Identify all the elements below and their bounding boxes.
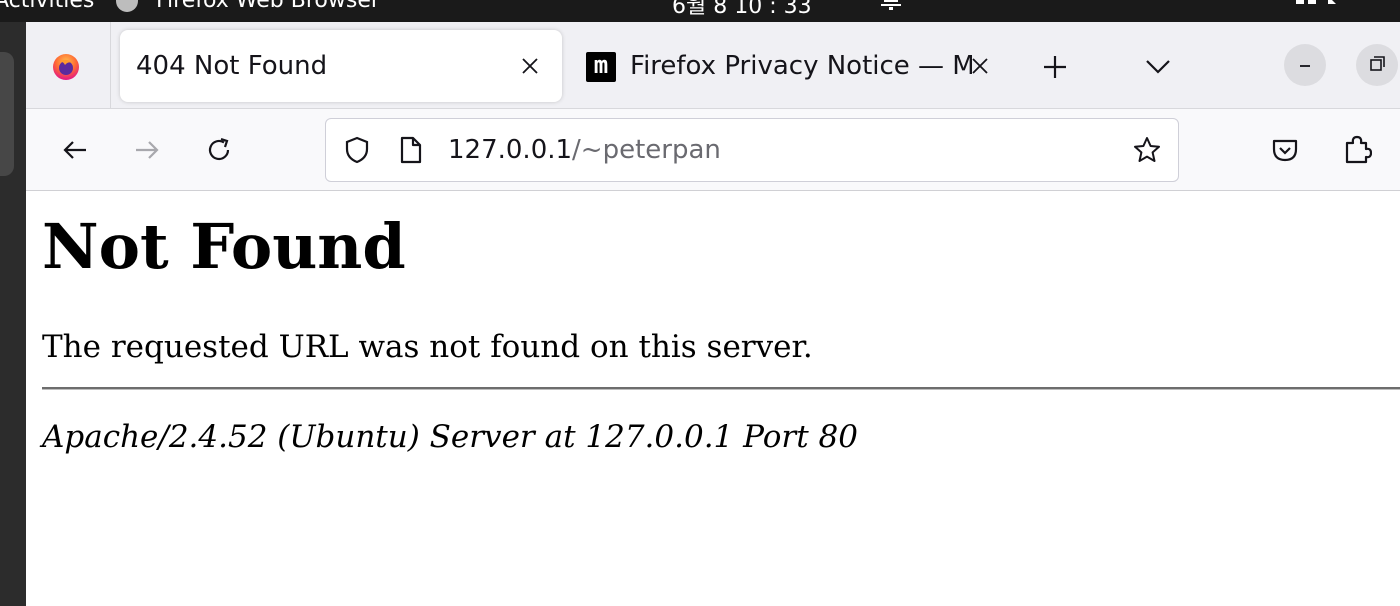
notification-bell-icon[interactable]: [880, 0, 902, 10]
close-icon[interactable]: [518, 54, 542, 78]
puzzle-icon[interactable]: [1342, 133, 1372, 165]
system-top-bar: Activities Firefox Web Browser 6월 8 10 :…: [0, 0, 1400, 22]
app-menu-button[interactable]: Firefox Web Browser: [156, 0, 380, 13]
page-heading: Not Found: [42, 210, 406, 283]
dock-app-tile[interactable]: [0, 52, 14, 176]
divider: [42, 387, 1400, 390]
app-menu-icon: [116, 0, 138, 12]
url-text[interactable]: 127.0.0.1/~peterpan: [448, 135, 721, 165]
chevron-down-icon[interactable]: [1144, 54, 1172, 78]
activities-button[interactable]: Activities: [0, 0, 94, 13]
browser-window: 404 Not Found m Firefox Privacy Notice —…: [26, 22, 1400, 606]
navigation-toolbar: 127.0.0.1/~peterpan: [26, 109, 1400, 191]
page-icon[interactable]: [398, 135, 424, 165]
firefox-logo-icon: [53, 54, 79, 80]
star-icon[interactable]: [1132, 135, 1162, 165]
tab-404-not-found[interactable]: 404 Not Found: [120, 30, 562, 102]
plus-icon[interactable]: [1040, 52, 1070, 82]
minimize-icon: [1300, 65, 1310, 67]
page-content: Not Found The requested URL was not foun…: [26, 191, 1400, 606]
maximize-icon: [1370, 56, 1385, 71]
minimize-button[interactable]: [1284, 44, 1326, 86]
error-message: The requested URL was not found on this …: [42, 329, 813, 365]
firefox-view-button[interactable]: [26, 22, 111, 108]
close-icon[interactable]: [968, 54, 992, 78]
clock[interactable]: 6월 8 10 : 33: [672, 0, 812, 20]
maximize-button[interactable]: [1356, 44, 1398, 86]
tab-title: Firefox Privacy Notice — Mozilla: [630, 51, 972, 81]
url-host: 127.0.0.1: [448, 135, 573, 165]
url-path: /~peterpan: [572, 135, 721, 165]
system-tray-icon[interactable]: [1296, 0, 1336, 10]
pocket-icon[interactable]: [1270, 135, 1300, 165]
arrow-left-icon[interactable]: [60, 135, 90, 165]
reload-icon[interactable]: [204, 135, 234, 165]
tab-firefox-privacy-notice[interactable]: m Firefox Privacy Notice — Mozilla: [582, 30, 1002, 102]
dock: [0, 22, 26, 606]
server-signature: Apache/2.4.52 (Ubuntu) Server at 127.0.0…: [42, 419, 858, 455]
url-bar[interactable]: 127.0.0.1/~peterpan: [325, 118, 1179, 182]
mozilla-favicon-icon: m: [586, 52, 616, 82]
shield-icon[interactable]: [342, 135, 372, 165]
arrow-right-icon[interactable]: [132, 135, 162, 165]
tab-title: 404 Not Found: [136, 51, 328, 81]
tab-strip: 404 Not Found m Firefox Privacy Notice —…: [26, 22, 1400, 109]
